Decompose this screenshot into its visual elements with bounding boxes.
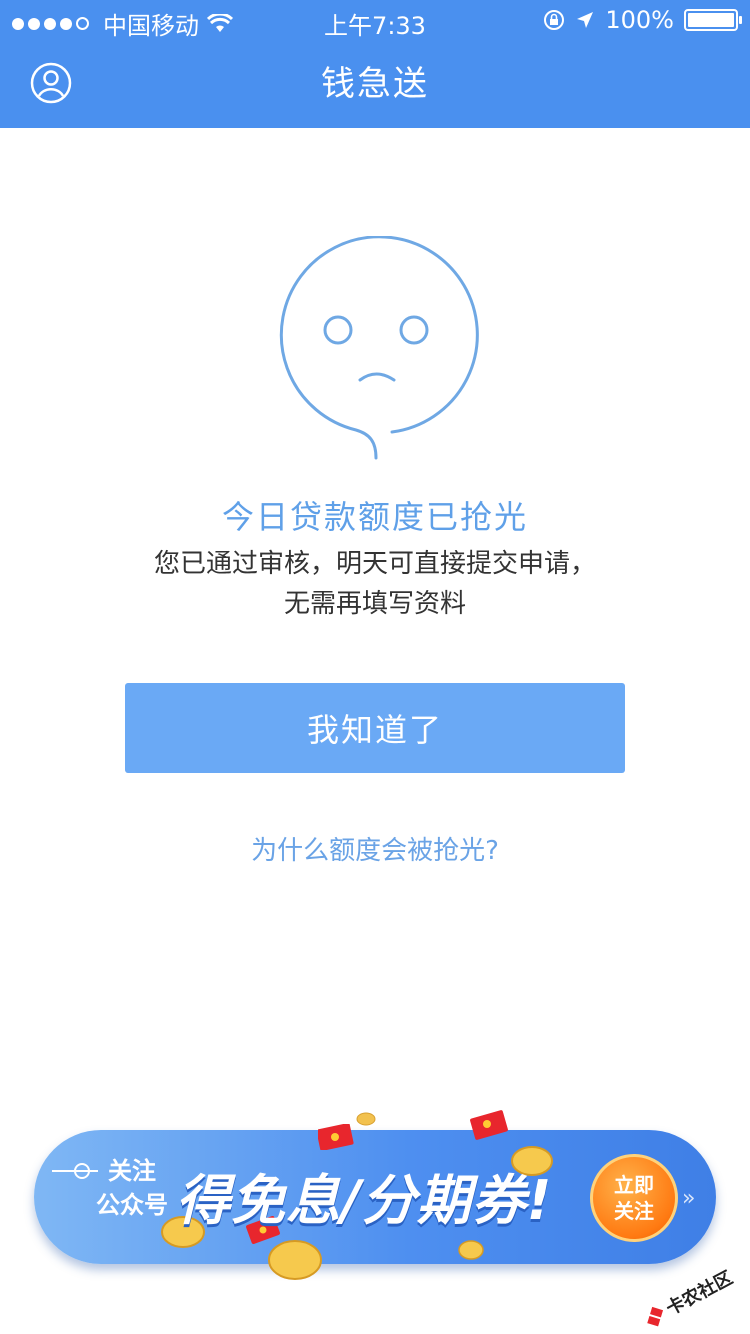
status-bar: 中国移动 上午7:33 100%: [0, 0, 750, 40]
banner-sub-line-1: 关注: [108, 1157, 156, 1185]
promo-banner[interactable]: 关注 公众号 得免息/分期券! 立即 关注 »: [34, 1110, 716, 1280]
banner-headline: 得免息/分期券!: [176, 1169, 553, 1232]
description: 您已通过审核，明天可直接提交申请， 无需再填写资料: [0, 544, 750, 624]
coin-icon: [268, 1240, 322, 1280]
got-it-button[interactable]: 我知道了: [125, 683, 625, 773]
watermark-logo: 卡农社区: [646, 1267, 736, 1327]
cta-line-2: 关注: [614, 1199, 654, 1223]
quota-sold-out-title: 今日贷款额度已抢光: [221, 498, 528, 536]
svg-text:卡农社区: 卡农社区: [662, 1267, 736, 1320]
battery-percent: 100%: [605, 6, 674, 34]
location-arrow-icon: [577, 12, 594, 28]
status-right: 100%: [543, 6, 742, 34]
red-packet-icon: [318, 1124, 354, 1150]
description-line-2: 无需再填写资料: [283, 589, 466, 619]
banner-decoration-dot: [74, 1163, 90, 1179]
follow-official-account-label: 关注 公众号: [96, 1154, 168, 1222]
coin-icon: [356, 1112, 376, 1126]
battery-fill: [688, 13, 734, 27]
battery-icon: [684, 9, 742, 31]
follow-now-button[interactable]: 立即 关注: [590, 1154, 678, 1242]
sad-face-icon: [279, 236, 479, 460]
red-packet-icon: [470, 1110, 508, 1140]
top-bar: 中国移动 上午7:33 100% 钱急送: [0, 0, 750, 128]
page-title: 钱急送: [321, 64, 429, 104]
cta-line-1: 立即: [614, 1173, 654, 1197]
description-line-1: 您已通过审核，明天可直接提交申请，: [153, 549, 596, 579]
orientation-lock-icon: [544, 10, 565, 30]
coin-icon: [458, 1240, 484, 1260]
why-sold-out-link[interactable]: 为什么额度会被抢光?: [0, 830, 750, 867]
double-chevron-right-icon: »: [682, 1186, 696, 1211]
banner-sub-line-2: 公众号: [96, 1191, 168, 1219]
